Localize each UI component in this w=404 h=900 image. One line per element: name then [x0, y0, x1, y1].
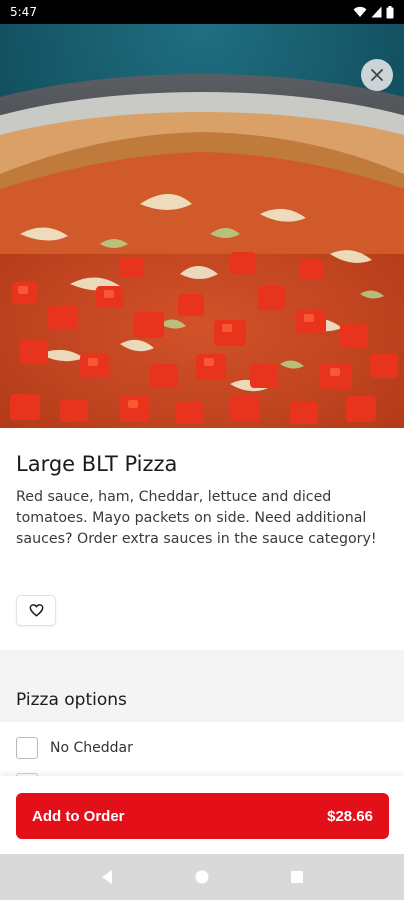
close-icon: [371, 69, 383, 81]
battery-icon: [386, 5, 394, 18]
recents-icon: [290, 871, 303, 883]
navigation-bar: [0, 854, 404, 900]
wifi-icon: [353, 6, 367, 17]
heart-outline-icon: [29, 604, 43, 617]
status-bar: 5:47: [0, 0, 404, 24]
back-button[interactable]: [92, 862, 122, 892]
section-divider: [0, 650, 404, 680]
home-button[interactable]: [187, 862, 217, 892]
signal-icon: [371, 6, 382, 18]
price-label: $28.66: [327, 807, 373, 825]
pizza-photo: [0, 24, 404, 428]
options-title: Pizza options: [16, 690, 127, 710]
home-icon: [195, 870, 209, 884]
recents-button[interactable]: [282, 862, 312, 892]
add-to-order-button[interactable]: Add to Order $28.66: [16, 793, 389, 839]
option-label: No Cheddar: [50, 740, 133, 756]
add-to-order-label: Add to Order: [32, 807, 125, 825]
option-row-no-cheddar[interactable]: No Cheddar: [0, 722, 404, 774]
checkbox[interactable]: [16, 737, 38, 759]
hero-image: [0, 24, 404, 428]
item-description: Red sauce, ham, Cheddar, lettuce and dic…: [16, 489, 377, 547]
back-icon: [102, 870, 113, 884]
status-icons: [353, 5, 394, 19]
status-time: 5:47: [10, 5, 37, 19]
close-button[interactable]: [361, 59, 393, 91]
bottom-panel: Add to Order $28.66: [0, 776, 404, 854]
item-title: Large BLT Pizza: [16, 452, 178, 476]
favorite-button[interactable]: [16, 595, 56, 626]
